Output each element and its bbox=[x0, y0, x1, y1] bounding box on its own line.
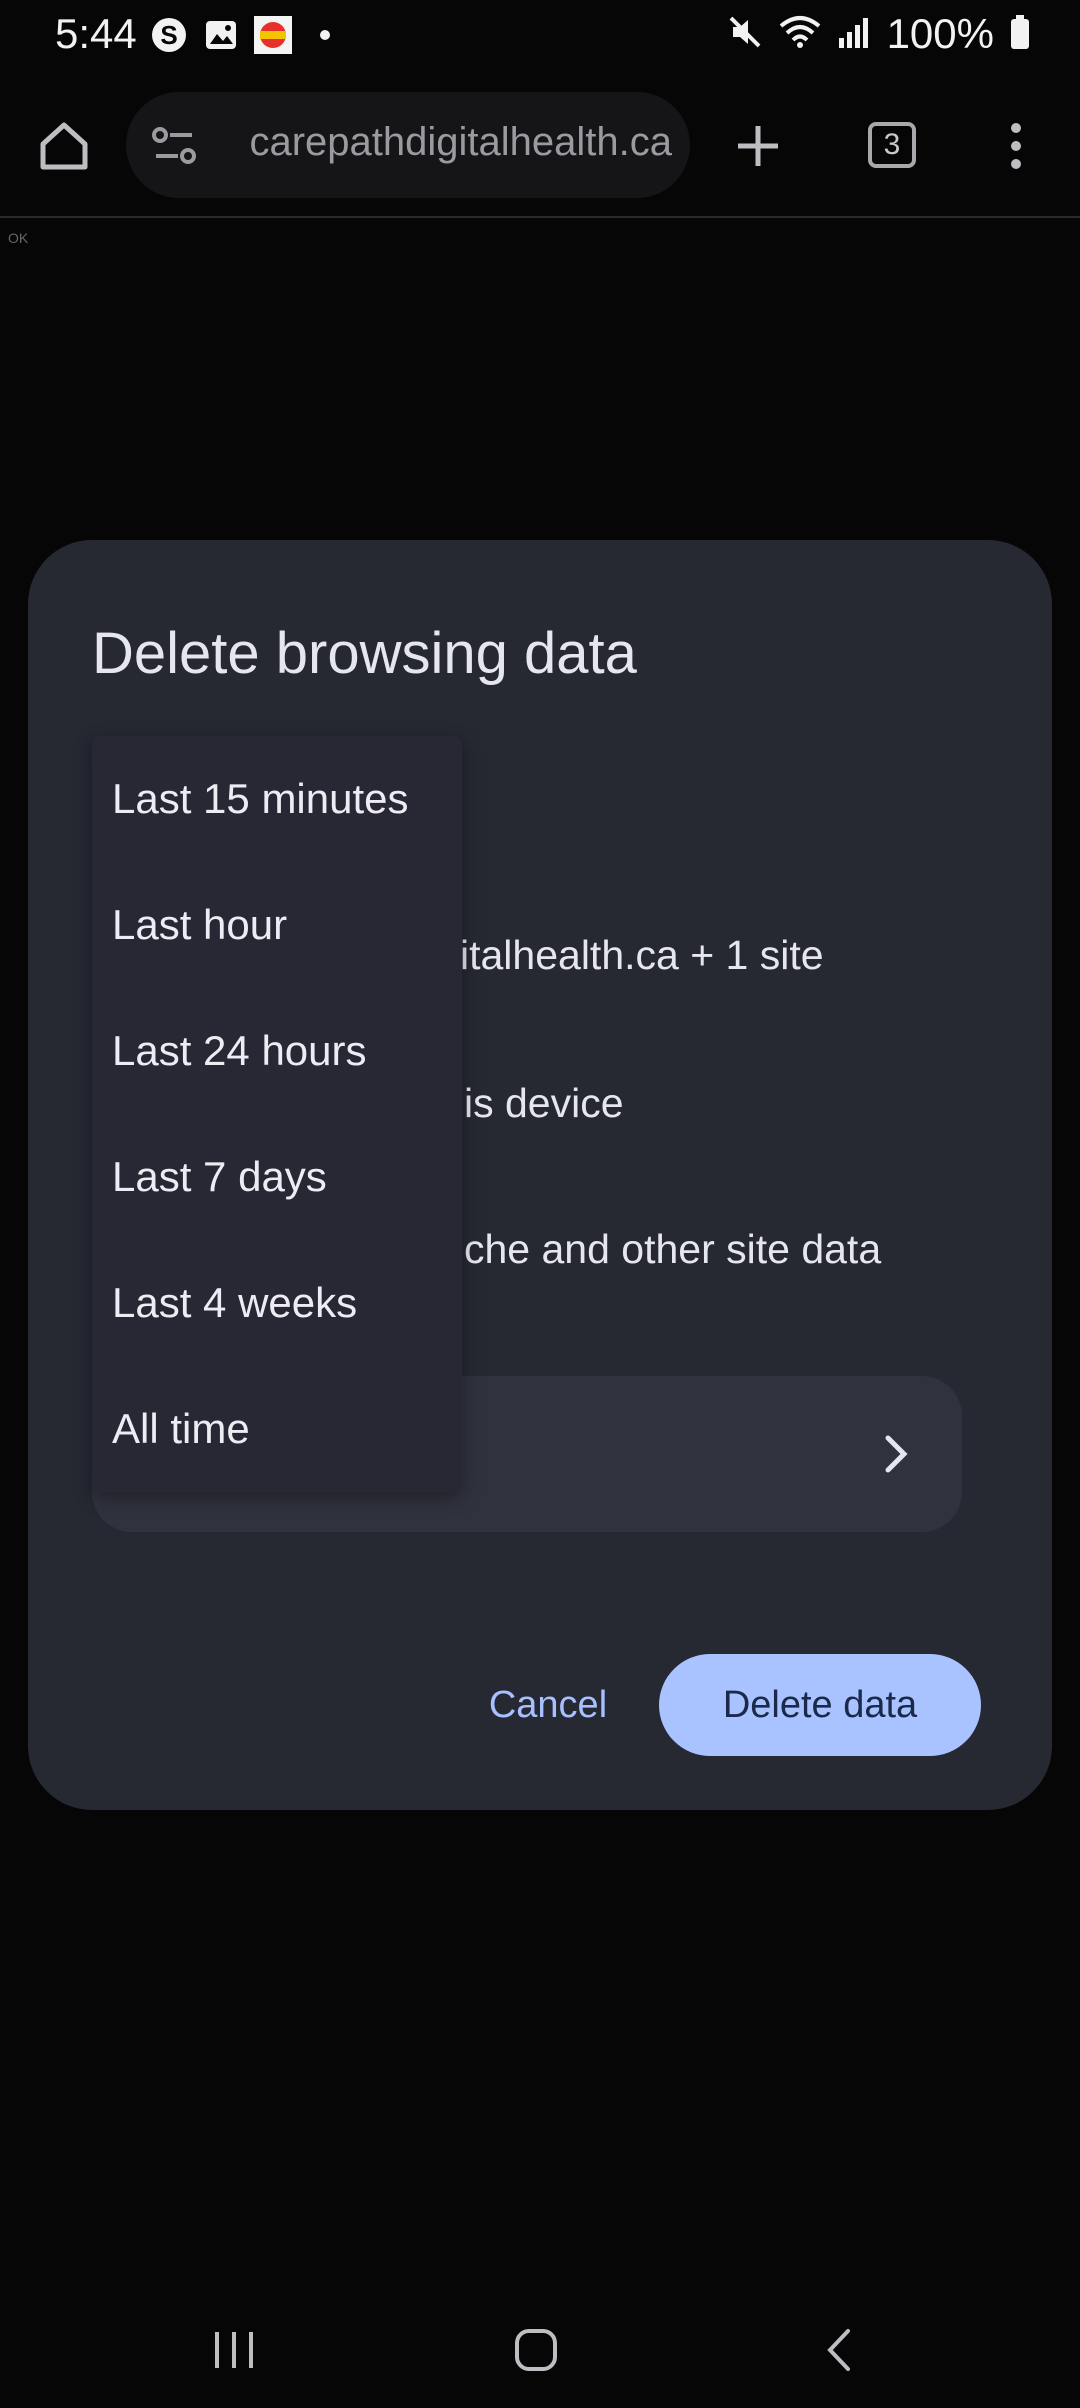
home-icon bbox=[40, 122, 88, 170]
recent-apps-icon bbox=[215, 2332, 253, 2368]
url-text[interactable]: carepathdigitalhealth.ca bbox=[212, 120, 672, 170]
plus-icon bbox=[738, 126, 778, 166]
menu-item-last-24-hours[interactable]: Last 24 hours bbox=[92, 988, 462, 1114]
back-icon bbox=[827, 2329, 850, 2371]
new-tab-button[interactable] bbox=[718, 106, 798, 186]
address-bar[interactable]: carepathdigitalhealth.ca bbox=[126, 92, 690, 198]
menu-item-last-7-days[interactable]: Last 7 days bbox=[92, 1114, 462, 1240]
back-button[interactable] bbox=[800, 2310, 880, 2390]
app-badge-icon bbox=[254, 16, 292, 54]
tune-icon[interactable] bbox=[146, 118, 202, 174]
notification-icons: S bbox=[150, 16, 344, 54]
menu-item-last-15-minutes[interactable]: Last 15 minutes bbox=[92, 736, 462, 862]
home-nav-button[interactable] bbox=[496, 2310, 576, 2390]
mute-icon bbox=[727, 14, 763, 55]
tab-switcher-button[interactable]: 3 bbox=[868, 122, 916, 168]
cache-row-text: che and other site data bbox=[464, 1226, 882, 1272]
cancel-button[interactable]: Cancel bbox=[448, 1654, 648, 1756]
sites-row-text: italhealth.ca + 1 site bbox=[460, 932, 824, 978]
device-row-text: is device bbox=[464, 1080, 624, 1126]
status-bar: 5:44 S 100% bbox=[0, 0, 1080, 72]
dialog-title: Delete browsing data bbox=[92, 621, 637, 686]
chevron-right-icon bbox=[885, 1435, 908, 1473]
gallery-icon bbox=[202, 16, 240, 54]
recent-apps-button[interactable] bbox=[194, 2310, 274, 2390]
menu-item-last-4-weeks[interactable]: Last 4 weeks bbox=[92, 1240, 462, 1366]
system-icons: 100% bbox=[727, 10, 1030, 58]
home-button[interactable] bbox=[24, 106, 104, 186]
signal-icon bbox=[837, 14, 871, 55]
navigation-bar bbox=[0, 2280, 1080, 2408]
menu-item-all-time[interactable]: All time bbox=[92, 1366, 462, 1492]
more-vert-icon bbox=[1011, 123, 1021, 169]
page-text: OK bbox=[8, 230, 29, 246]
more-menu-button[interactable] bbox=[976, 106, 1056, 186]
battery-icon bbox=[1010, 14, 1030, 55]
status-time: 5:44 bbox=[55, 10, 137, 57]
s-icon: S bbox=[150, 16, 188, 54]
browser-toolbar: carepathdigitalhealth.ca 3 bbox=[0, 72, 1080, 218]
wifi-icon bbox=[779, 14, 821, 55]
battery-percent: 100% bbox=[886, 10, 994, 57]
menu-item-last-hour[interactable]: Last hour bbox=[92, 862, 462, 988]
dot-icon bbox=[306, 16, 344, 54]
home-nav-icon bbox=[515, 2329, 557, 2371]
svg-text:S: S bbox=[160, 20, 177, 50]
delete-data-button[interactable]: Delete data bbox=[659, 1654, 981, 1756]
time-range-menu: Last 15 minutes Last hour Last 24 hours … bbox=[92, 736, 462, 1492]
